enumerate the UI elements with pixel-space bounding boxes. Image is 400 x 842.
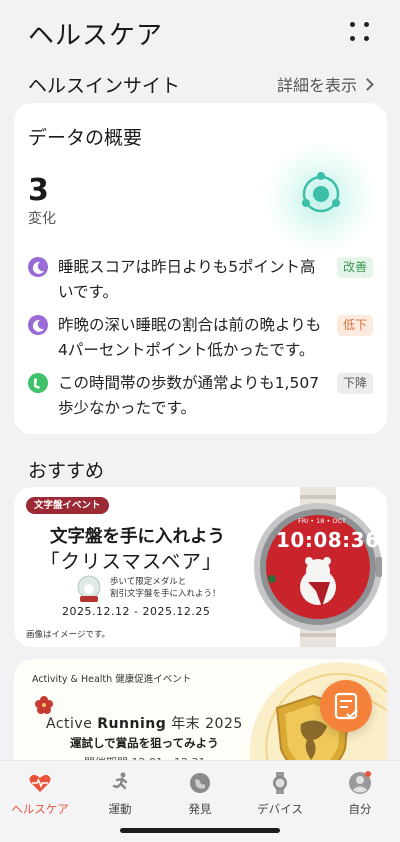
tab-label: ヘルスケア (11, 802, 69, 816)
tab-label: デバイス (257, 802, 303, 816)
smartwatch-image (254, 487, 382, 647)
banner-description-line2: 割引文字盤を手に入れよう！ (110, 589, 221, 599)
tab-healthcare[interactable]: ヘルスケア (0, 771, 80, 817)
tab-label: 自分 (348, 802, 372, 816)
data-overview-card[interactable]: データの概要 3 変化 睡眠スコアは昨日よりも5ポイント高いです。 改善 昨晩の… (14, 103, 387, 434)
insight-hub-icon (302, 172, 340, 213)
tab-devices[interactable]: デバイス (240, 771, 320, 817)
tab-exercise[interactable]: 運動 (80, 771, 160, 817)
tab-label: 発見 (188, 802, 212, 816)
banner-subheadline: 「クリスマスベア」 (40, 550, 223, 573)
sleep-icon (28, 257, 48, 277)
insight-item[interactable]: この時間帯の歩数が通常よりも1,507歩少なかったです。 下降 (28, 371, 373, 421)
banner-description: 歩いて限定メダルと 割引文字盤を手に入れよう！ (110, 576, 221, 600)
tab-discover[interactable]: 発見 (160, 771, 240, 817)
watch-icon (273, 772, 287, 794)
event-subtitle: 運試しで賞品を狙ってみよう (70, 736, 219, 750)
show-details-label[interactable]: 詳細を表示 (277, 72, 357, 96)
change-count: 3 (28, 173, 49, 208)
steps-icon (28, 373, 48, 393)
snow-globe-icon (77, 575, 101, 602)
insight-text: この時間帯の歩数が通常よりも1,507歩少なかったです。 (58, 374, 320, 417)
profile-icon (349, 771, 371, 794)
app-header: ヘルスケア (0, 0, 400, 62)
watch-face-event-banner[interactable]: 文字盤イベント 文字盤を手に入れよう 「クリスマスベア」 歩いて限定メダルと 割… (14, 487, 387, 647)
status-badge: 低下 (336, 315, 373, 336)
watch-date: FRI • 18 • OCT (297, 517, 346, 525)
status-badge: 改善 (336, 257, 373, 278)
page-title: ヘルスケア (28, 21, 164, 51)
discover-icon (190, 773, 210, 793)
overview-title: データの概要 (28, 127, 143, 149)
insights-section-title: ヘルスインサイト (28, 75, 181, 97)
tab-label: 運動 (108, 802, 132, 816)
event-badge: 文字盤イベント (26, 497, 109, 514)
heart-pulse-icon (29, 774, 51, 792)
sleep-icon (28, 315, 48, 335)
event-category: Activity & Health 健康促進イベント (32, 674, 192, 685)
change-label: 変化 (28, 211, 56, 227)
notes-edit-icon (334, 692, 358, 720)
event-title: Active Running 年末 2025 (46, 716, 243, 732)
plum-blossom-icon (35, 696, 53, 714)
banner-description-line1: 歩いて限定メダルと (110, 577, 187, 587)
insight-item[interactable]: 睡眠スコアは昨日よりも5ポイント高いです。 改善 (28, 255, 373, 305)
record-fab-button[interactable] (320, 680, 372, 732)
image-note: 画像はイメージです。 (26, 630, 110, 640)
status-badge: 下降 (336, 373, 373, 394)
insight-text: 昨晩の深い睡眠の割合は前の晩よりも4パーセントポイント低かったです。 (58, 316, 322, 359)
insight-text: 睡眠スコアは昨日よりも5ポイント高いです。 (58, 258, 316, 301)
running-icon (112, 772, 128, 790)
recommend-section-title: おすすめ (28, 460, 105, 482)
event-dates: 2025.12.12 - 2025.12.25 (62, 605, 211, 618)
home-indicator[interactable] (120, 828, 280, 833)
chevron-right-icon (361, 78, 374, 91)
tab-me[interactable]: 自分 (320, 771, 400, 817)
insight-item[interactable]: 昨晩の深い睡眠の割合は前の晩よりも4パーセントポイント低かったです。 低下 (28, 313, 373, 363)
show-details-link[interactable]: 詳細を表示 (277, 72, 374, 96)
watch-time: 10:08:36 (276, 528, 380, 552)
grid-dots-icon[interactable] (350, 22, 372, 44)
